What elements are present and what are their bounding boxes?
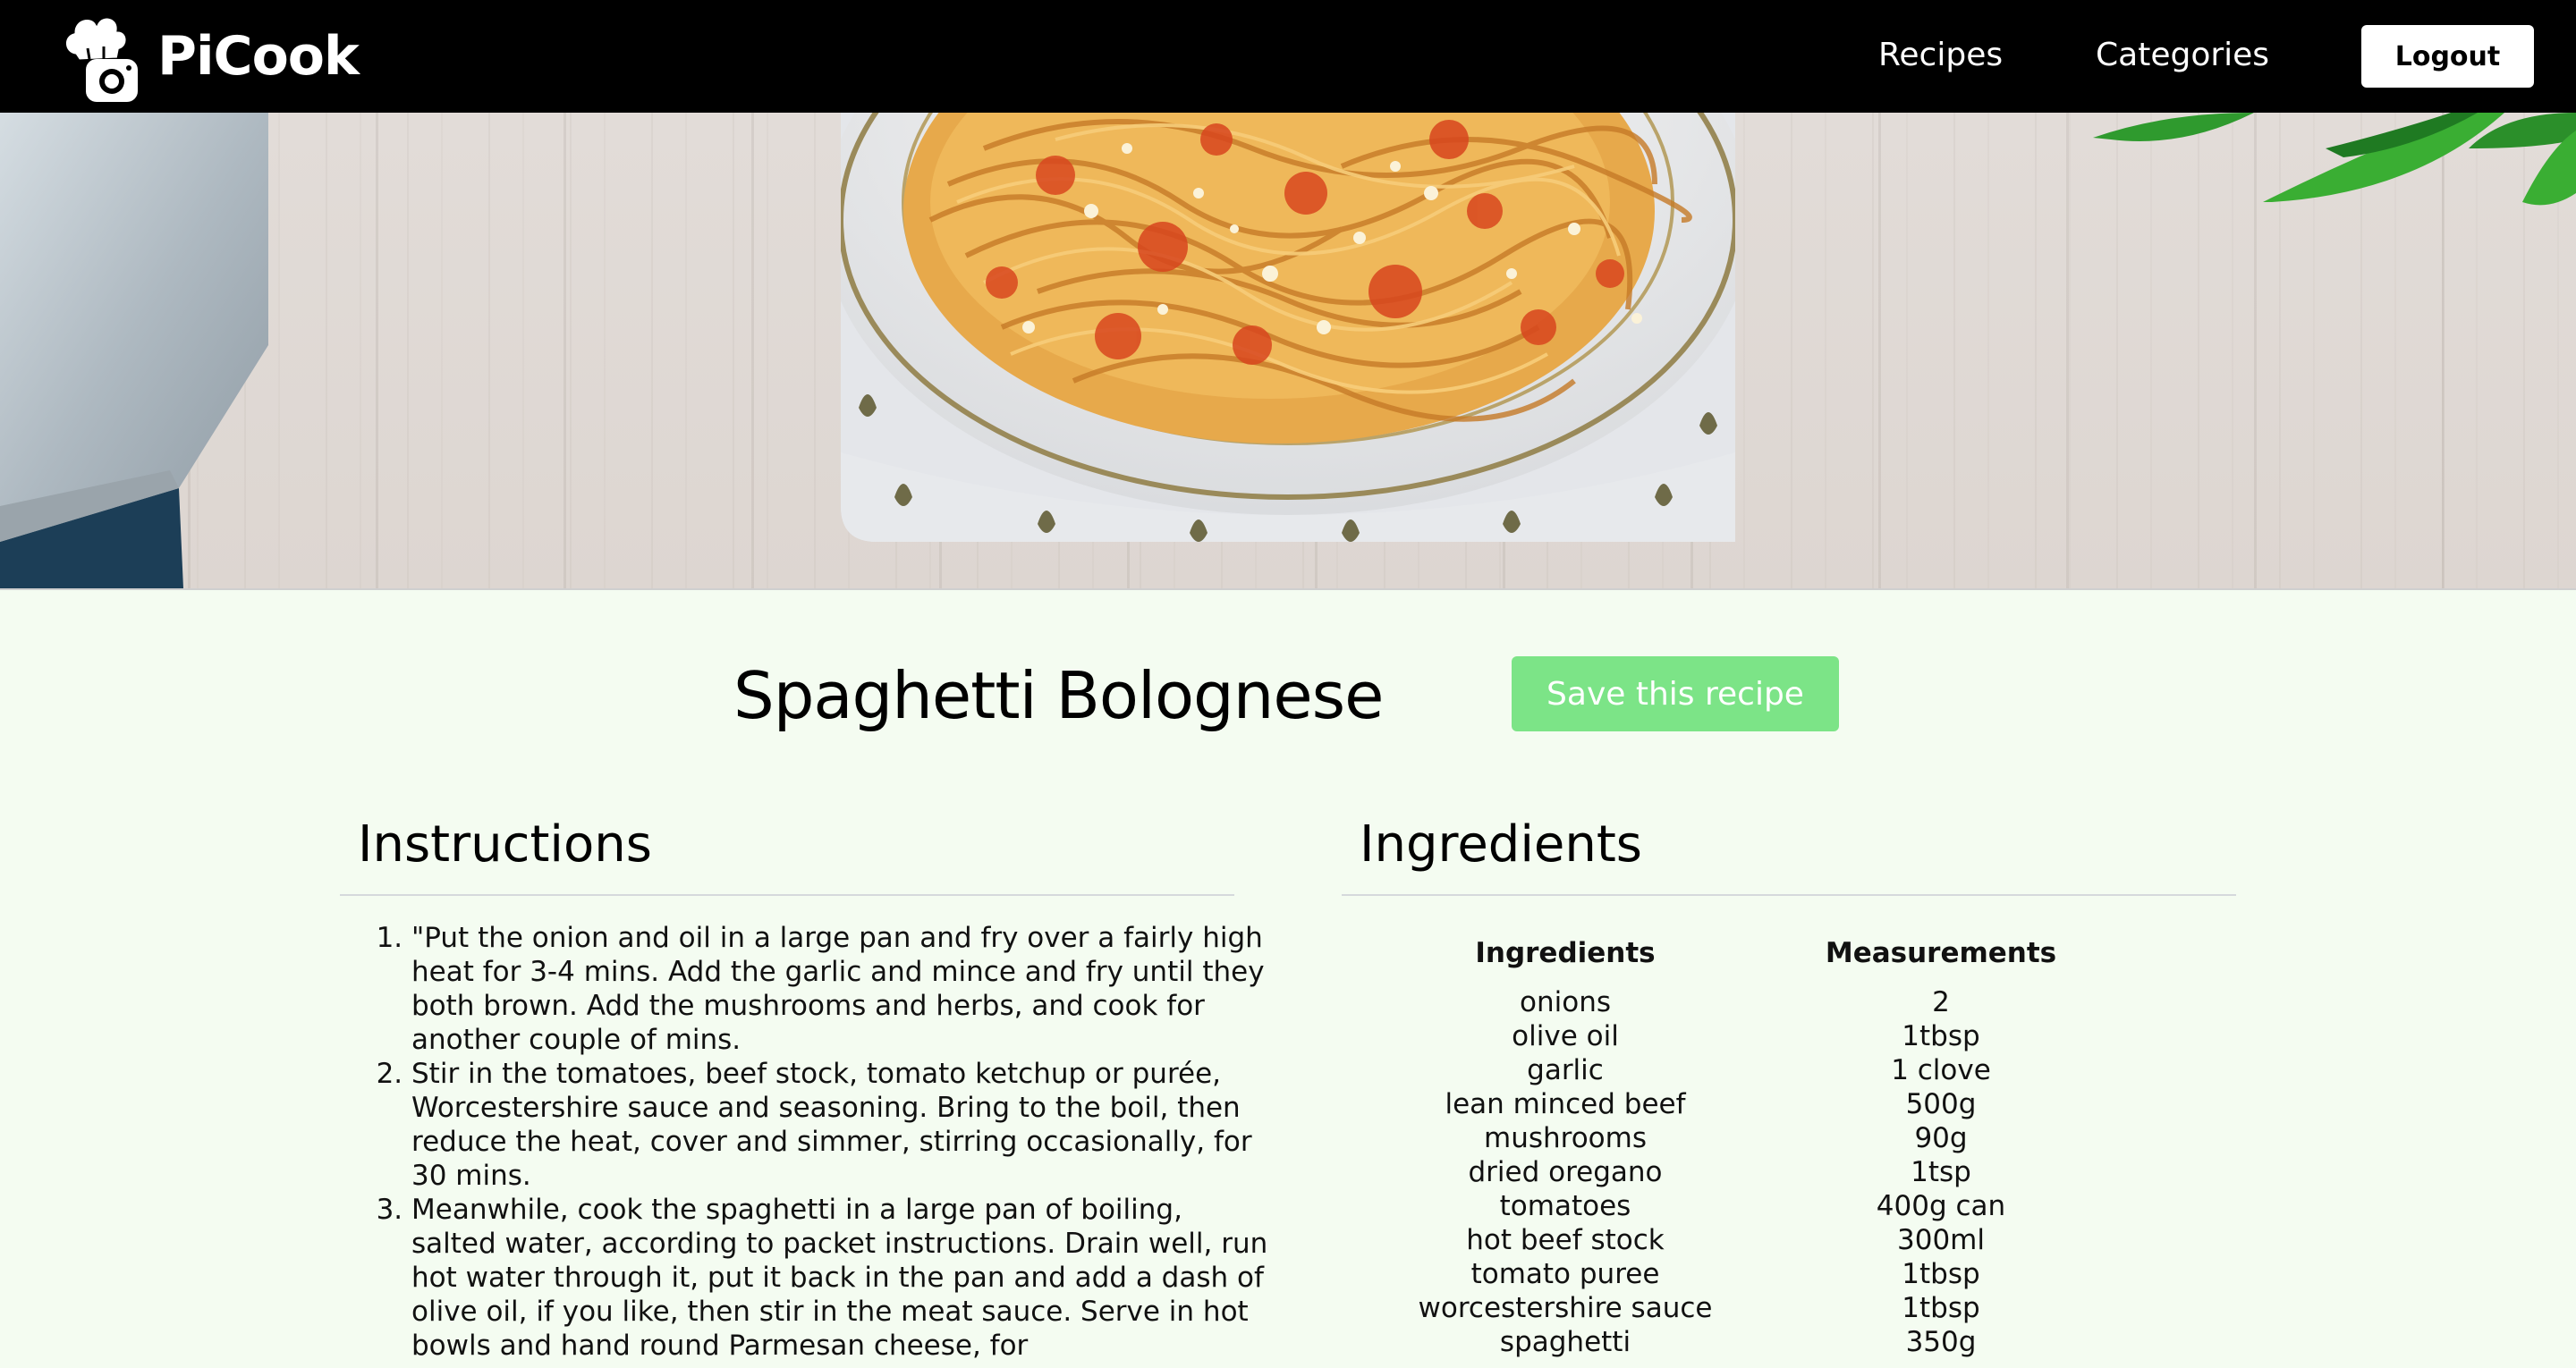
table-row: spaghetti 350g	[1377, 1325, 2129, 1359]
logout-button[interactable]: Logout	[2361, 25, 2534, 88]
ingredient-name: onions	[1520, 986, 1611, 1018]
ingredient-name: dried oregano	[1468, 1156, 1663, 1188]
knife-graphic	[0, 113, 268, 588]
instruction-step: Meanwhile, cook the spaghetti in a large…	[411, 1193, 1270, 1363]
ingredient-measurement: 2	[1932, 986, 1950, 1018]
ingredient-measurement: 350g	[1905, 1326, 1977, 1358]
hero-background-illustration	[0, 113, 2576, 588]
ingredients-divider	[1342, 894, 2236, 896]
table-row: tomato puree 1tbsp	[1377, 1257, 2129, 1291]
ingredient-name: worcestershire sauce	[1418, 1292, 1713, 1324]
ingredient-name: tomatoes	[1499, 1190, 1631, 1222]
ingredients-heading: Ingredients	[1360, 815, 1642, 874]
table-row: hot beef stock 300ml	[1377, 1223, 2129, 1257]
instructions-list: "Put the onion and oil in a large pan an…	[376, 921, 1270, 1363]
table-row: mushrooms 90g	[1377, 1121, 2129, 1155]
ingredient-name: lean minced beef	[1445, 1088, 1686, 1120]
table-row: dried oregano 1tsp	[1377, 1155, 2129, 1189]
nav-link-recipes[interactable]: Recipes	[1878, 32, 2003, 79]
ingredient-name: olive oil	[1512, 1020, 1619, 1052]
column-header-ingredients: Ingredients	[1475, 937, 1656, 969]
ingredient-measurement: 1 clove	[1891, 1054, 1991, 1086]
ingredient-measurement: 1tbsp	[1902, 1020, 1980, 1052]
table-row: lean minced beef 500g	[1377, 1087, 2129, 1121]
recipe-title: Spaghetti Bolognese	[733, 658, 1384, 733]
table-row: tomatoes 400g can	[1377, 1189, 2129, 1223]
ingredient-measurement: 300ml	[1897, 1224, 1985, 1256]
ingredient-measurement: 500g	[1905, 1088, 1977, 1120]
picook-logo-icon[interactable]	[57, 9, 147, 104]
table-row: olive oil 1tbsp	[1377, 1019, 2129, 1053]
instruction-step: Stir in the tomatoes, beef stock, tomato…	[411, 1057, 1270, 1193]
save-recipe-button[interactable]: Save this recipe	[1512, 656, 1839, 731]
column-header-measurements: Measurements	[1825, 937, 2057, 969]
navbar: PiCook Recipes Categories Logout	[0, 0, 2576, 113]
ingredient-name: hot beef stock	[1466, 1224, 1665, 1256]
nav-link-categories[interactable]: Categories	[2096, 32, 2269, 79]
instruction-step: "Put the onion and oil in a large pan an…	[411, 921, 1270, 1057]
table-row: onions 2	[1377, 985, 2129, 1019]
basil-leaves-graphic	[2093, 113, 2576, 206]
ingredient-name: mushrooms	[1484, 1122, 1647, 1154]
recipe-photo	[841, 113, 1735, 542]
ingredient-name: tomato puree	[1470, 1258, 1660, 1290]
brand-name[interactable]: PiCook	[157, 21, 360, 91]
ingredient-measurement: 90g	[1914, 1122, 1968, 1154]
table-row: worcestershire sauce 1tbsp	[1377, 1291, 2129, 1325]
ingredient-measurement: 400g can	[1876, 1190, 2006, 1222]
ingredient-measurement: 1tsp	[1911, 1156, 1971, 1188]
table-header-row: Ingredients Measurements	[1377, 937, 2129, 985]
table-row: garlic 1 clove	[1377, 1053, 2129, 1087]
hero-banner	[0, 113, 2576, 590]
ingredients-table: Ingredients Measurements onions 2 olive o…	[1377, 937, 2129, 1359]
instructions-heading: Instructions	[358, 815, 652, 874]
ingredient-measurement: 1tbsp	[1902, 1292, 1980, 1324]
ingredient-name: spaghetti	[1499, 1326, 1631, 1358]
instructions-divider	[340, 894, 1234, 896]
ingredient-measurement: 1tbsp	[1902, 1258, 1980, 1290]
ingredient-name: garlic	[1527, 1054, 1604, 1086]
